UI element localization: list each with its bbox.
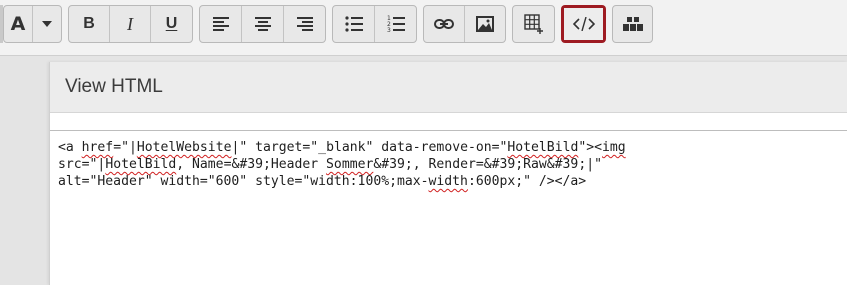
underline-icon: U <box>165 15 178 32</box>
code-token: img <box>602 140 626 155</box>
font-color-icon: A <box>10 13 26 35</box>
align-left-button[interactable] <box>200 6 242 42</box>
bold-button[interactable]: B <box>69 6 110 42</box>
numbered-list-icon: 1 2 3 <box>387 15 405 33</box>
code-token: |" target="_blank" data-remove-on=" <box>231 140 508 155</box>
view-html-dialog: View HTML <a href="|HotelWebsite|" targe… <box>49 62 847 285</box>
image-button[interactable] <box>465 6 505 42</box>
code-token: :600px;" /></a> <box>467 174 587 189</box>
editor-toolbar: A B I U 1 2 3 <box>0 0 847 56</box>
code-token: HotelWebsite <box>136 140 232 155</box>
code-token: Sommer <box>326 157 374 172</box>
code-line-2: src="|HotelBild, Name=&#39;Header Sommer… <box>58 156 836 173</box>
code-token: href <box>81 140 114 155</box>
italic-button[interactable]: I <box>110 6 151 42</box>
align-center-button[interactable] <box>242 6 284 42</box>
svg-text:3: 3 <box>387 27 391 33</box>
image-icon <box>476 16 494 32</box>
align-right-button[interactable] <box>284 6 325 42</box>
dialog-header: View HTML <box>50 62 847 113</box>
code-line-1: <a href="|HotelWebsite|" target="_blank"… <box>58 139 836 156</box>
list-group: 1 2 3 <box>332 5 417 43</box>
blocks-icon <box>622 17 643 31</box>
editor-background <box>0 57 49 285</box>
alignment-group <box>199 5 326 43</box>
align-center-icon <box>254 17 271 31</box>
text-style-group: B I U <box>68 5 193 43</box>
view-html-button[interactable] <box>561 5 606 43</box>
code-token: , Name=&#39;Header <box>176 157 327 172</box>
code-token: ">< <box>578 140 602 155</box>
dialog-title: View HTML <box>65 76 163 97</box>
font-color-group: A <box>3 5 62 43</box>
align-left-icon <box>212 17 229 31</box>
code-token: src="| <box>58 157 106 172</box>
caret-down-icon <box>42 21 52 27</box>
link-icon <box>434 19 454 29</box>
font-color-button[interactable]: A <box>4 6 33 42</box>
bold-icon: B <box>83 15 95 32</box>
numbered-list-button[interactable]: 1 2 3 <box>375 6 416 42</box>
code-token: HotelBild <box>105 157 177 172</box>
code-line-3: alt="Header" width="600" style="width:10… <box>58 173 836 190</box>
code-token: HotelBild <box>507 140 579 155</box>
table-button[interactable] <box>513 6 554 42</box>
code-token: <a <box>58 140 82 155</box>
underline-button[interactable]: U <box>151 6 192 42</box>
code-token: &#39;, Render=&#39;Raw&#39;|" <box>373 157 602 172</box>
code-group <box>561 5 606 43</box>
code-token: alt="Header" width="600" style="width:10… <box>58 174 429 189</box>
bullet-list-button[interactable] <box>333 6 375 42</box>
table-group <box>512 5 555 43</box>
code-token: ="| <box>113 140 137 155</box>
table-icon <box>523 14 543 34</box>
html-source-textarea[interactable]: <a href="|HotelWebsite|" target="_blank"… <box>50 130 847 285</box>
link-button[interactable] <box>424 6 465 42</box>
font-color-dropdown-button[interactable] <box>33 6 61 42</box>
insert-group <box>423 5 506 43</box>
align-right-icon <box>296 17 313 31</box>
blocks-group <box>612 5 653 43</box>
dialog-body: <a href="|HotelWebsite|" target="_blank"… <box>50 113 847 285</box>
code-icon <box>572 17 595 31</box>
code-token: width <box>428 174 468 189</box>
bullet-list-icon <box>344 16 363 32</box>
blocks-button[interactable] <box>613 6 652 42</box>
italic-icon: I <box>127 13 133 34</box>
